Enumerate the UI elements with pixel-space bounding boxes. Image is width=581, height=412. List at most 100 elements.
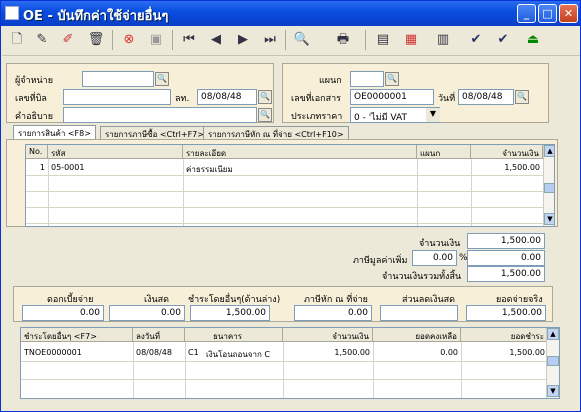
last-icon[interactable]: ⏭ xyxy=(259,29,281,51)
bill-input[interactable] xyxy=(63,89,171,105)
scroll-up-icon[interactable]: ▲ xyxy=(544,145,554,157)
net-input[interactable]: 1,500.00 xyxy=(466,305,546,321)
date1-label: ลท. xyxy=(175,94,190,104)
toolbar: 🗋 ✎ ✐ 🗑 ⊗ ▣ ⏮ ◀ ▶ ⏭ 🔍 🖶 ▤ ▦ ▥ ✔ ✔ ⏏ xyxy=(2,26,580,56)
other-input[interactable]: 1,500.00 xyxy=(190,305,270,321)
wht-label: ภาษีหัก ณ ที่จ่าย xyxy=(304,295,368,305)
edit-icon[interactable]: ✎ xyxy=(31,29,53,51)
app-window: OE - บันทึกค่าใช้จ่ายอื่นๆ _ □ ✕ 🗋 ✎ ✐ 🗑… xyxy=(0,0,581,412)
export-icon[interactable]: ▤ xyxy=(372,29,394,51)
bill-label: เลขที่บิล xyxy=(15,94,47,104)
window-title: OE - บันทึกค่าใช้จ่ายอื่นๆ xyxy=(23,9,169,24)
minimize-button[interactable]: _ xyxy=(517,4,536,23)
col-dept: แผนก xyxy=(417,145,471,159)
ok2-icon[interactable]: ✔ xyxy=(492,29,514,51)
first-icon[interactable]: ⏮ xyxy=(178,29,200,51)
prow1-amount[interactable]: 1,500.00 xyxy=(283,346,373,360)
print-icon[interactable]: 🖶 xyxy=(332,29,354,51)
pcol-amount: จำนวนเงิน xyxy=(283,328,373,342)
prow1-bankcode[interactable]: C1 xyxy=(185,346,205,360)
pcol-date: ลงวันที่ xyxy=(133,328,185,342)
dept-search-icon[interactable]: 🔍 xyxy=(385,72,399,86)
tab-items[interactable]: รายการสินค้า <F8> xyxy=(13,125,96,140)
col-detail: รายละเอียด xyxy=(183,145,417,159)
row1-code[interactable]: 05-0001 xyxy=(48,161,183,175)
pcol-other: ชำระโดยอื่นๆ <F7> xyxy=(21,328,133,342)
calendar-icon[interactable]: ▥ xyxy=(432,29,454,51)
row1-amount[interactable]: 1,500.00 xyxy=(471,161,543,175)
new-icon[interactable]: 🗋 xyxy=(6,29,28,51)
scroll-thumb[interactable] xyxy=(544,183,554,193)
trash-icon[interactable]: 🗑 xyxy=(85,29,107,51)
app-icon xyxy=(5,6,19,20)
maximize-button[interactable]: □ xyxy=(538,4,557,23)
pencil-erase-icon[interactable]: ✐ xyxy=(57,29,79,51)
discount-input[interactable] xyxy=(380,305,458,321)
prow1-bankname[interactable]: เงินโอนถอนจาก C xyxy=(203,346,283,360)
items-panel: No. รหัส รายละเอียด แผนก จำนวนเงิน 1 05-… xyxy=(6,139,558,227)
date1-input[interactable]: 08/08/48 xyxy=(197,89,257,105)
prow1-balance[interactable]: 0.00 xyxy=(373,346,461,360)
close-button[interactable]: ✕ xyxy=(559,4,578,23)
date2-label: วันที่ xyxy=(438,94,456,104)
pscroll-thumb[interactable] xyxy=(547,356,559,366)
tab-withholding-tax[interactable]: รายการภาษีหัก ณ ที่จ่าย <Ctrl+F10> xyxy=(203,126,349,140)
col-code: รหัส xyxy=(48,145,183,159)
col-amount: จำนวนเงิน xyxy=(471,145,543,159)
total-label: จำนวนเงินรวมทั้งสิ้น xyxy=(382,272,462,282)
wht-input[interactable]: 0.00 xyxy=(294,305,372,321)
report-icon[interactable]: ▦ xyxy=(400,29,422,51)
title-bar: OE - บันทึกค่าใช้จ่ายอื่นๆ _ □ ✕ xyxy=(1,1,580,26)
vat-rate-input[interactable]: 0.00 xyxy=(412,250,457,266)
vendor-input[interactable] xyxy=(82,71,154,87)
search-icon[interactable]: 🔍 xyxy=(291,29,313,51)
header-left-panel: ผู้จำหน่าย 🔍 เลขที่บิล ลท. 08/08/48 🔍 คำ… xyxy=(6,63,274,123)
payment-scrollbar[interactable]: ▲ ▼ xyxy=(546,328,559,398)
net-label: ยอดจ่ายจริง xyxy=(496,295,543,305)
discount-label: ส่วนลดเงินสด xyxy=(402,295,456,305)
exit-icon[interactable]: ⏏ xyxy=(522,29,544,51)
cash-input[interactable]: 0.00 xyxy=(109,305,185,321)
dept-input[interactable] xyxy=(350,71,384,87)
prow1-date[interactable]: 08/08/48 xyxy=(133,346,185,360)
save-icon[interactable]: ▣ xyxy=(145,29,167,51)
items-grid: No. รหัส รายละเอียด แผนก จำนวนเงิน 1 05-… xyxy=(25,144,555,227)
desc-search-icon[interactable]: 🔍 xyxy=(258,108,272,122)
items-scrollbar[interactable]: ▲ ▼ xyxy=(543,145,554,226)
payment-grid: ชำระโดยอื่นๆ <F7> ลงวันที่ ธนาคาร จำนวนเ… xyxy=(20,327,560,399)
chevron-down-icon[interactable]: ▼ xyxy=(426,108,440,122)
pscroll-up-icon[interactable]: ▲ xyxy=(547,328,559,340)
row1-dept[interactable] xyxy=(417,161,471,175)
pscroll-down-icon[interactable]: ▼ xyxy=(547,385,559,397)
cancel-icon[interactable]: ⊗ xyxy=(118,29,140,51)
vendor-label: ผู้จำหน่าย xyxy=(15,76,54,86)
vat-value: 0.00 xyxy=(467,250,545,266)
row1-detail[interactable]: ค่าธรรมเนียม xyxy=(183,161,417,175)
vendor-search-icon[interactable]: 🔍 xyxy=(155,72,169,86)
prev-icon[interactable]: ◀ xyxy=(205,29,227,51)
amount-label: จำนวนเงิน xyxy=(419,239,461,249)
next-icon[interactable]: ▶ xyxy=(232,29,254,51)
payment-panel: ดอกเบี้ยจ่าย 0.00 เงินสด 0.00 ชำระโดยอื่… xyxy=(13,286,553,322)
other-label: ชำระโดยอื่นๆ(ด้านล่าง) xyxy=(188,295,281,305)
dept-label: แผนก xyxy=(319,76,342,86)
amount-value: 1,500.00 xyxy=(467,233,545,249)
pcol-balance: ยอดคงเหลือ xyxy=(373,328,461,342)
date2-picker-icon[interactable]: 🔍 xyxy=(515,90,529,104)
date2-input[interactable]: 08/08/48 xyxy=(458,89,514,105)
ok-icon[interactable]: ✔ xyxy=(465,29,487,51)
date1-picker-icon[interactable]: 🔍 xyxy=(258,90,272,104)
row1-no[interactable]: 1 xyxy=(26,161,48,175)
scroll-down-icon[interactable]: ▼ xyxy=(544,213,554,225)
header-right-panel: แผนก 🔍 เลขที่เอกสาร OE0000001 วันที่ 08/… xyxy=(282,63,549,123)
interest-input[interactable]: 0.00 xyxy=(22,305,104,321)
prow1-ref[interactable]: TNOE0000001 xyxy=(21,346,133,360)
tab-purchase-tax[interactable]: รายการภาษีซื้อ <Ctrl+F7> xyxy=(100,126,209,140)
desc-input[interactable] xyxy=(63,107,257,123)
total-value: 1,500.00 xyxy=(467,266,545,282)
docno-input[interactable]: OE0000001 xyxy=(350,89,434,105)
vat-label: ภาษีมูลค่าเพิ่ม xyxy=(353,256,408,266)
pcol-bank: ธนาคาร xyxy=(185,328,283,342)
prow1-paid[interactable]: 1,500.00 xyxy=(461,346,548,360)
interest-label: ดอกเบี้ยจ่าย xyxy=(47,295,94,305)
